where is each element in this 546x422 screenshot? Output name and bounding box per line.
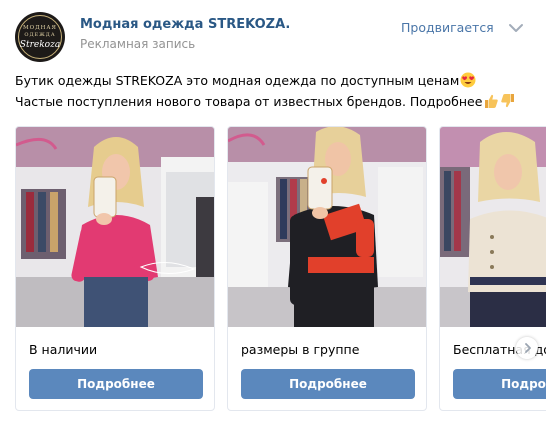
chevron-right-icon [525,343,531,353]
product-photo[interactable] [16,127,214,327]
post-text: Бутик одежды STREKOZA это модная одежда … [15,70,516,112]
product-photo[interactable] [440,127,546,327]
card-caption: размеры в группе [241,342,360,357]
post-text-line2-content: Частые поступления нового товара от изве… [15,94,483,109]
card-caption: В наличии [29,342,98,357]
post-text-line1-content: Бутик одежды STREKOZA это модная одежда … [15,73,460,88]
promoted-label[interactable]: Продвигается [401,20,494,35]
carousel-card[interactable]: Бесплатная доставка Подробнее [439,126,546,411]
post-text-line2: Частые поступления нового товара от изве… [15,91,516,112]
carousel-next-button[interactable] [516,337,538,359]
ad-post: МОДНАЯ ОДЕЖДА Strekoza Модная одежда STR… [0,0,546,422]
thumbs-up-emoji-icon [483,93,499,109]
carousel-card[interactable]: В наличии Подробнее [15,126,215,411]
carousel[interactable]: В наличии Подробнее размеры в группе Под… [15,126,546,412]
avatar-logo-line1: МОДНАЯ [22,25,57,31]
chevron-down-icon[interactable] [507,20,525,34]
avatar-logo-line2: ОДЕЖДА [24,32,56,38]
heart-eyes-emoji-icon [460,72,476,88]
page-name-link[interactable]: Модная одежда STREKOZA. [80,17,290,32]
carousel-card[interactable]: размеры в группе Подробнее [227,126,427,411]
post-text-line1: Бутик одежды STREKOZA это модная одежда … [15,70,516,91]
more-button[interactable]: Подробнее [29,369,203,399]
product-photo[interactable] [228,127,426,327]
more-button[interactable]: Подробнее [241,369,415,399]
more-button[interactable]: Подробнее [453,369,546,399]
avatar-logo-script: Strekoza [19,40,61,50]
ad-label: Рекламная запись [80,37,196,51]
page-avatar[interactable]: МОДНАЯ ОДЕЖДА Strekoza [15,12,65,62]
thumbs-down-emoji-icon [500,93,516,109]
